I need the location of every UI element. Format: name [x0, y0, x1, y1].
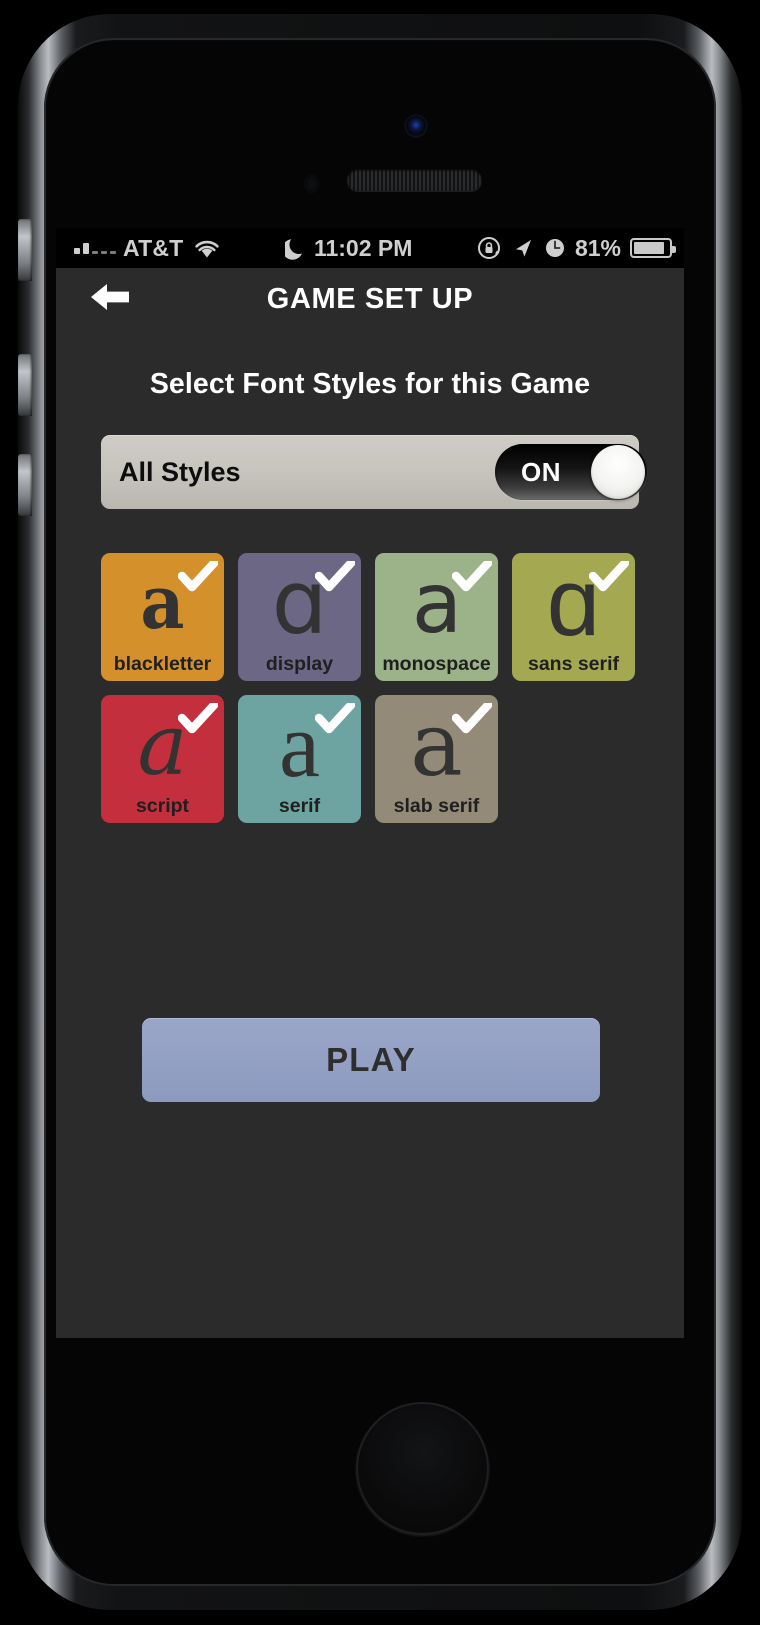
all-styles-toggle[interactable]: ON [495, 444, 647, 500]
rotation-lock-icon [476, 235, 502, 261]
page-title: GAME SET UP [266, 282, 474, 315]
play-button-label: PLAY [326, 1041, 416, 1078]
back-arrow-icon [87, 279, 133, 320]
status-bar-right: 81% [476, 234, 676, 262]
style-tiles-grid: a blackletter ɑ display a monospace ɑ sans seri… [101, 553, 641, 823]
moon-do-not-disturb-icon [284, 236, 307, 260]
checkmark-icon [588, 558, 630, 600]
status-bar-time: 11:02 PM [313, 234, 413, 261]
battery-icon [630, 238, 676, 258]
checkmark-icon [177, 700, 219, 742]
checkmark-icon [451, 558, 493, 600]
proximity-sensor-icon [305, 175, 318, 192]
toggle-state-label: ON [521, 456, 561, 487]
home-button[interactable] [356, 1402, 489, 1535]
checkmark-icon [314, 700, 356, 742]
section-heading: Select Font Styles for this Game [149, 368, 591, 400]
location-arrow-icon [511, 236, 535, 260]
status-bar-center: 11:02 PM [221, 235, 476, 262]
all-styles-label: All Styles [119, 456, 241, 487]
style-tile-serif[interactable]: a serif [238, 695, 361, 823]
volume-up-button[interactable] [18, 354, 32, 416]
style-tile-script[interactable]: a script [101, 695, 224, 823]
battery-percent-label: 81% [574, 234, 621, 261]
nav-bar: GAME SET UP [56, 268, 684, 330]
style-tile-blackletter[interactable]: a blackletter [101, 553, 224, 681]
alarm-clock-icon [544, 237, 566, 259]
style-tile-label: monospace [382, 653, 491, 675]
signal-bars-icon [74, 242, 116, 254]
all-styles-row[interactable]: All Styles ON [101, 435, 647, 509]
style-tile-sans-serif[interactable]: ɑ sans serif [512, 553, 635, 681]
play-button[interactable]: PLAY [142, 1018, 600, 1102]
earpiece-speaker-icon [347, 169, 482, 191]
checkmark-icon [314, 558, 356, 600]
style-tile-label: slab serif [393, 795, 480, 817]
checkmark-icon [451, 700, 493, 742]
style-tile-label: display [265, 653, 334, 675]
style-tile-display[interactable]: ɑ display [238, 553, 361, 681]
carrier-label: AT&T [123, 234, 184, 261]
toggle-knob[interactable] [591, 445, 645, 499]
style-tile-label: blackletter [113, 653, 212, 675]
style-tile-label: serif [278, 795, 321, 817]
back-button[interactable] [84, 277, 136, 321]
front-camera-icon [406, 116, 426, 136]
wifi-icon [193, 237, 221, 259]
style-tile-monospace[interactable]: a monospace [375, 553, 498, 681]
style-tile-label: sans serif [527, 653, 620, 675]
mute-switch-button[interactable] [18, 219, 32, 281]
style-tile-slab-serif[interactable]: a slab serif [375, 695, 498, 823]
phone-screen: AT&T 11:02 PM 81% GAME SET UP Select Fon… [56, 228, 684, 1338]
volume-down-button[interactable] [18, 454, 32, 516]
checkmark-icon [177, 558, 219, 600]
style-tile-label: script [135, 795, 190, 817]
status-bar: AT&T 11:02 PM 81% [56, 228, 684, 268]
